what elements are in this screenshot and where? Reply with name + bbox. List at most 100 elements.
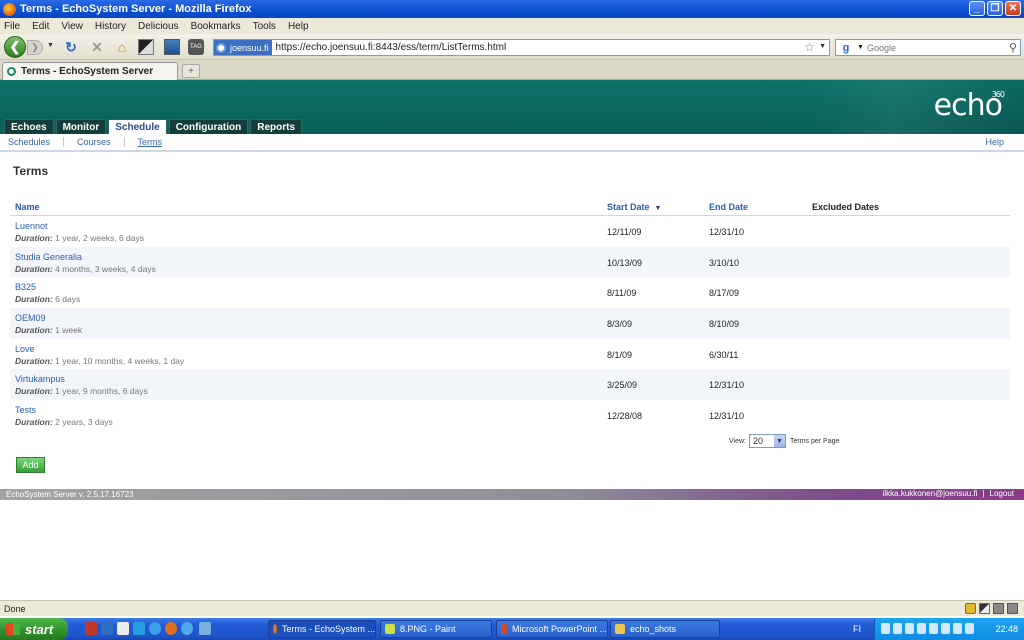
term-name-link[interactable]: Studia Generalia [15, 252, 82, 262]
extension-icon[interactable] [138, 39, 154, 55]
url-text[interactable]: https://echo.joensuu.fi:8443/ess/term/Li… [276, 42, 507, 53]
term-name-link[interactable]: Tests [15, 405, 36, 415]
address-bar[interactable]: joensuu.fi https://echo.joensuu.fi:8443/… [213, 39, 830, 56]
tray-icon[interactable] [881, 623, 890, 634]
system-tray: FI 22:48 [853, 618, 1024, 640]
tray-icon[interactable] [953, 623, 962, 634]
terms-per-page-select[interactable]: 20 ▼ [749, 434, 786, 448]
quicklaunch-icon[interactable] [117, 622, 129, 635]
search-icon[interactable]: ⚲ [1009, 41, 1017, 54]
add-term-button[interactable]: Add [16, 457, 45, 473]
home-icon[interactable]: ⌂ [113, 38, 131, 56]
extension-status-icon[interactable] [979, 603, 990, 614]
language-indicator[interactable]: FI [853, 624, 861, 634]
term-name-link[interactable]: OEM09 [15, 313, 46, 323]
term-name-link[interactable]: Love [15, 344, 35, 354]
user-link[interactable]: ilkka.kukkonen@joensuu.fi [883, 489, 978, 498]
tray-icon[interactable] [917, 623, 926, 634]
taskbar-item-paint[interactable]: 8.PNG - Paint [380, 620, 492, 638]
paint-icon [385, 624, 395, 634]
quicklaunch-icon[interactable] [181, 622, 193, 635]
main-tabs: Echoes Monitor Schedule Configuration Re… [4, 119, 303, 134]
term-start-date: 12/11/09 [607, 227, 642, 237]
start-button[interactable]: start [0, 618, 68, 640]
tray-icon[interactable] [929, 623, 938, 634]
subnav-schedules[interactable]: Schedules [8, 137, 50, 147]
menu-bookmarks[interactable]: Bookmarks [191, 21, 241, 32]
term-duration: Duration: 4 months, 3 weeks, 4 days [15, 263, 156, 274]
taskbar-item-folder[interactable]: echo_shots [610, 620, 720, 638]
logout-link[interactable]: Logout [990, 489, 1014, 498]
browser-tab[interactable]: Terms - EchoSystem Server [2, 62, 178, 80]
subnav-courses[interactable]: Courses [77, 137, 111, 147]
help-link[interactable]: Help [985, 137, 1004, 147]
search-input[interactable] [866, 42, 1007, 53]
column-name-header[interactable]: Name [15, 202, 40, 212]
tray-icon[interactable] [965, 623, 974, 634]
reload-icon[interactable]: ↻ [62, 38, 80, 56]
extension-status-icon[interactable] [993, 603, 1004, 614]
quicklaunch-icon[interactable] [101, 622, 113, 635]
table-row: Tests Duration: 2 years, 3 days 12/28/08… [10, 400, 1010, 431]
term-name-link[interactable]: Virtukampus [15, 374, 65, 384]
term-end-date: 3/10/10 [709, 257, 740, 268]
tab-close-icon[interactable] [164, 68, 173, 77]
chevron-down-icon[interactable]: ▼ [774, 435, 785, 447]
bookmark-star-icon[interactable]: ☆ [804, 40, 815, 54]
column-end-date-header[interactable]: End Date [709, 202, 748, 212]
close-window-button[interactable]: ✕ [1005, 1, 1021, 16]
tray-icon[interactable] [893, 623, 902, 634]
menu-bar: File Edit View History Delicious Bookmar… [0, 18, 1024, 34]
tray-icon[interactable] [941, 623, 950, 634]
stop-icon[interactable]: ✕ [88, 38, 106, 56]
quicklaunch-icon[interactable] [199, 622, 211, 635]
search-bar[interactable]: g ▼ ⚲ [835, 39, 1021, 56]
google-icon[interactable]: g [838, 41, 854, 54]
minimize-button[interactable]: _ [969, 1, 985, 16]
tag-icon[interactable]: TAG [188, 39, 204, 55]
menu-help[interactable]: Help [288, 21, 309, 32]
column-start-date-header[interactable]: Start Date ▼ [607, 202, 661, 212]
new-tab-button[interactable]: + [182, 64, 200, 78]
resize-grip-icon[interactable] [1007, 603, 1018, 614]
search-engine-dropdown-icon[interactable]: ▼ [857, 44, 864, 51]
menu-file[interactable]: File [4, 21, 20, 32]
tab-monitor[interactable]: Monitor [55, 119, 107, 134]
table-row: B325 Duration: 6 days 8/11/09 8/17/09 [10, 277, 1010, 308]
forward-button[interactable]: ❯ [27, 40, 43, 55]
site-identity-button[interactable]: joensuu.fi [214, 40, 272, 55]
term-name-link[interactable]: Luennot [15, 221, 48, 231]
quicklaunch-icon[interactable] [85, 622, 97, 635]
menu-delicious[interactable]: Delicious [138, 21, 179, 32]
menu-tools[interactable]: Tools [253, 21, 276, 32]
term-duration: Duration: 1 year, 9 months, 6 days [15, 386, 148, 397]
tray-icon[interactable] [905, 623, 914, 634]
term-name-link[interactable]: B325 [15, 282, 36, 292]
table-row: Studia Generalia Duration: 4 months, 3 w… [10, 246, 1010, 278]
subnav-terms[interactable]: Terms [138, 137, 163, 147]
status-text: Done [4, 603, 26, 614]
quicklaunch-icon[interactable] [165, 622, 177, 635]
tab-echoes[interactable]: Echoes [4, 119, 54, 134]
tab-schedule[interactable]: Schedule [108, 119, 167, 134]
tab-reports[interactable]: Reports [250, 119, 303, 134]
menu-view[interactable]: View [61, 21, 83, 32]
taskbar-item-firefox[interactable]: Terms - EchoSystem ... [268, 620, 376, 638]
back-button[interactable]: ❮ [4, 36, 26, 58]
echo-favicon-icon [7, 67, 16, 76]
menu-edit[interactable]: Edit [32, 21, 49, 32]
lock-icon[interactable] [965, 603, 976, 614]
maximize-button[interactable]: ❐ [987, 1, 1003, 16]
quicklaunch-icon[interactable] [133, 622, 145, 635]
term-duration: Duration: 6 days [15, 294, 81, 305]
taskbar-item-powerpoint[interactable]: Microsoft PowerPoint ... [496, 620, 608, 638]
tab-configuration[interactable]: Configuration [168, 119, 249, 134]
quicklaunch-icon[interactable] [149, 622, 161, 635]
pagination-control: View: 20 ▼ Terms per Page [729, 434, 839, 448]
extension-icon[interactable] [164, 39, 180, 55]
terms-table: Name Start Date ▼ End Date Excluded Dates… [10, 199, 1010, 431]
term-start-date: 8/11/09 [607, 288, 637, 299]
url-dropdown-icon[interactable]: ▼ [819, 43, 826, 50]
menu-history[interactable]: History [95, 21, 126, 32]
history-dropdown-icon[interactable]: ▼ [47, 42, 54, 49]
